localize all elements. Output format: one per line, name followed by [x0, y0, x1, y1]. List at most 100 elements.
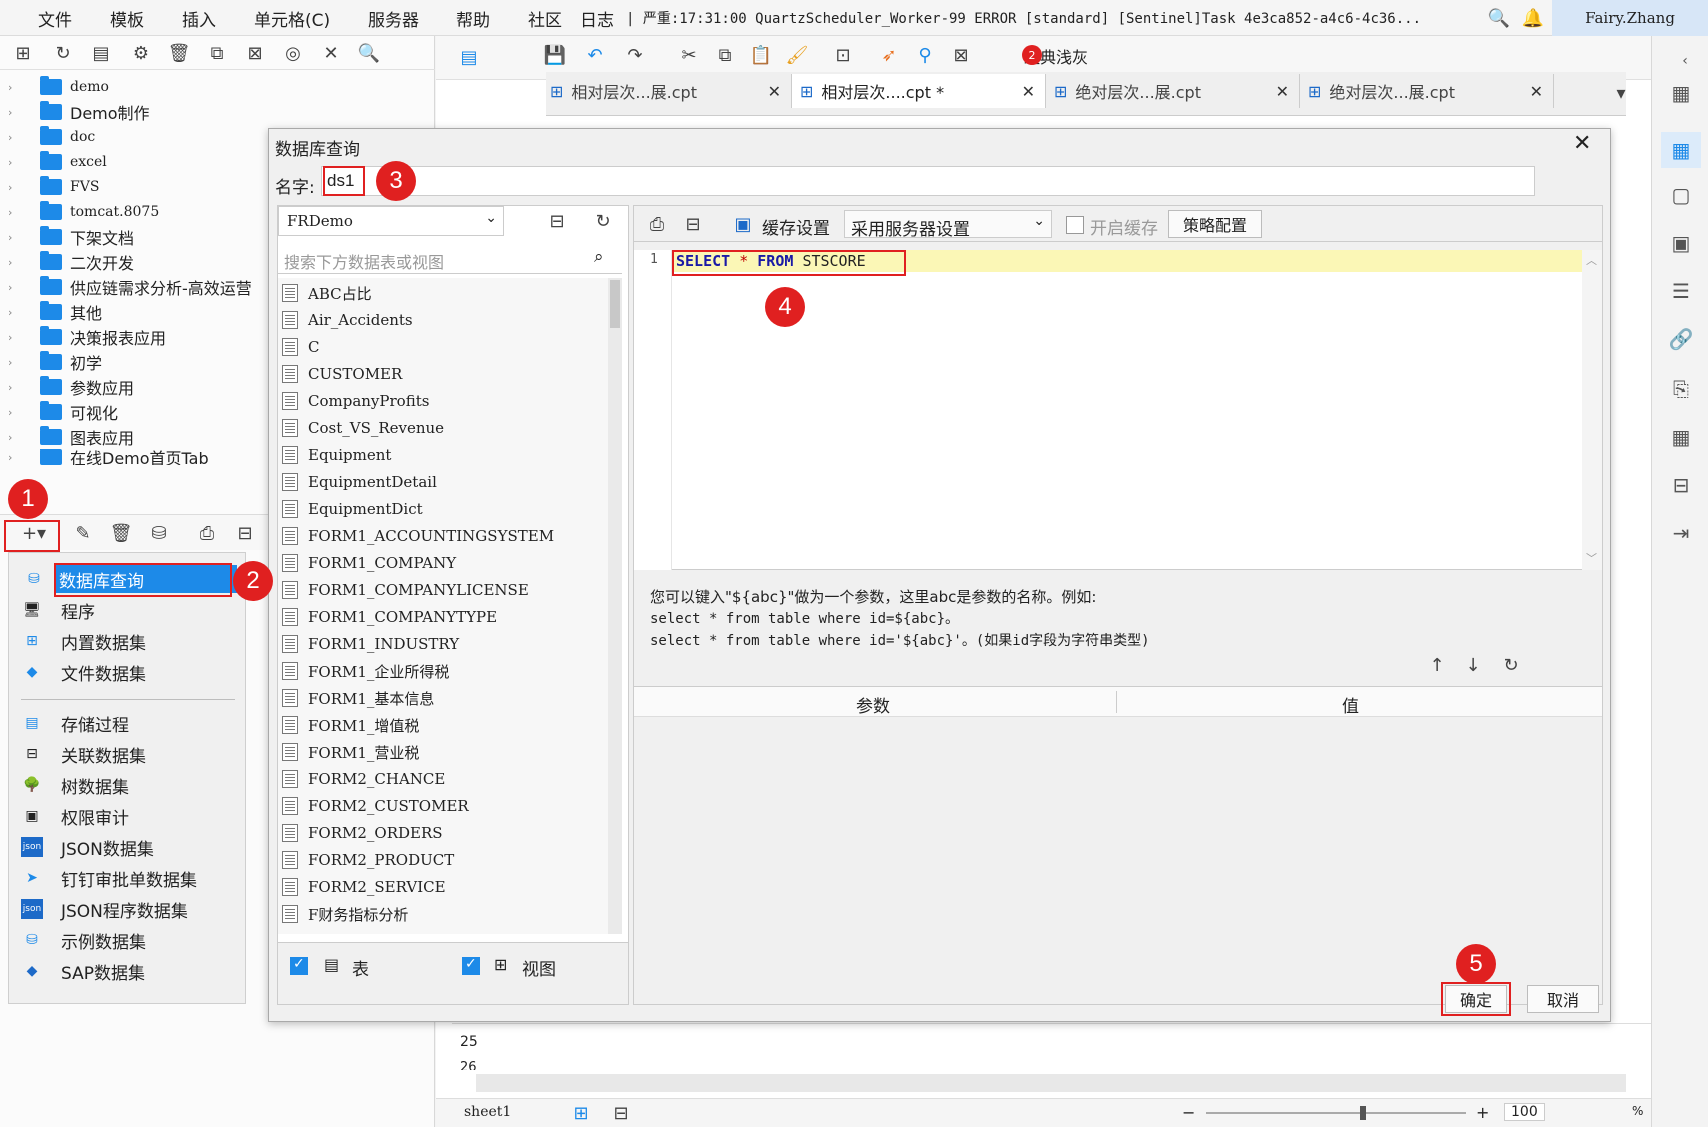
table-list-scrollbar[interactable] [608, 278, 622, 934]
collapse-left-icon[interactable]: ‹ [1672, 48, 1698, 74]
search-files-icon[interactable]: 🔍 [356, 40, 382, 66]
menu-file[interactable]: 文件 [38, 6, 72, 31]
notification-badge[interactable]: 2 [1022, 45, 1042, 65]
menu-item-audit[interactable]: ▣ 权限审计 [21, 802, 129, 830]
user-name[interactable]: Fairy.Zhang [1552, 0, 1708, 36]
dataset-panel-icon[interactable]: ▤ [456, 44, 482, 70]
menu-item-file-dataset[interactable]: ◆ 文件数据集 [21, 658, 146, 686]
table-row[interactable]: FORM1_ACCOUNTINGSYSTEM [282, 523, 554, 549]
tree-item[interactable]: › doc [8, 124, 95, 150]
stack-icon[interactable]: ☰ [1668, 278, 1694, 304]
tree-item[interactable]: › 供应链需求分析-高效运营 [8, 274, 252, 300]
search-icon[interactable]: 🔍 [1486, 5, 1512, 31]
move-up-icon[interactable]: ↑ [1424, 652, 1450, 678]
save-icon[interactable]: 💾 [542, 42, 568, 68]
cancel-button[interactable]: 取消 [1527, 985, 1599, 1013]
table-row[interactable]: F财务指标分析 [282, 901, 408, 927]
tab-file-2[interactable]: ⊞ 相对层次....cpt * ✕ [792, 74, 1046, 108]
hierarchy-icon[interactable]: ⊟ [1668, 472, 1694, 498]
menu-item-dingtalk[interactable]: ➤ 钉钉审批单数据集 [21, 864, 197, 892]
tab-menu-icon[interactable]: ▾ [1608, 80, 1634, 106]
new-folder-icon[interactable]: ⊞ [10, 40, 36, 66]
table-row[interactable]: FORM1_企业所得税 [282, 658, 449, 684]
horizontal-scrollbar[interactable] [476, 1074, 1626, 1092]
menu-item-sample[interactable]: ⛁ 示例数据集 [21, 926, 146, 954]
tree-item[interactable]: › demo [8, 74, 109, 100]
table-row[interactable]: FORM1_INDUSTRY [282, 631, 459, 657]
menu-server[interactable]: 服务器 [368, 6, 419, 31]
table-row[interactable]: FORM2_SERVICE [282, 874, 446, 900]
tree-item[interactable]: › 在线Demo首页Tab [8, 449, 209, 465]
expand-icon[interactable]: › [8, 381, 24, 394]
collapse-icon[interactable]: ✕ [318, 40, 344, 66]
tree-item[interactable]: › 二次开发 [8, 249, 134, 275]
edit-sql-icon[interactable]: ⊟ [232, 520, 258, 546]
settings-icon[interactable]: ⚙ [128, 40, 154, 66]
edit-connection-icon[interactable]: ⊟ [544, 208, 570, 234]
close-icon[interactable]: ✕ [1530, 82, 1543, 101]
table-checkbox[interactable] [290, 956, 308, 975]
paste-icon[interactable]: 📋 [748, 42, 774, 68]
menu-log[interactable]: 日志 [580, 6, 614, 31]
name-field[interactable] [321, 166, 1535, 196]
expand-icon[interactable]: › [8, 406, 24, 419]
zoom-slider-thumb[interactable] [1360, 1106, 1366, 1120]
table-row[interactable]: FORM1_COMPANYTYPE [282, 604, 497, 630]
log-message[interactable]: | 严重:17:31:00 QuartzScheduler_Worker-99 … [626, 8, 1506, 28]
menu-item-procedure[interactable]: ▤ 存储过程 [21, 709, 129, 737]
zoom-out-icon[interactable]: − [1182, 1103, 1195, 1122]
tab-file-1[interactable]: ⊞ 相对层次...展.cpt ✕ [542, 74, 792, 108]
lock-icon[interactable]: ⊠ [242, 40, 268, 66]
scroll-up-icon[interactable]: ︿ [1586, 252, 1597, 268]
strategy-button[interactable]: 策略配置 [1168, 210, 1262, 238]
tree-item[interactable]: › 决策报表应用 [8, 324, 166, 350]
expand-icon[interactable]: › [8, 281, 24, 294]
close-icon[interactable]: ✕ [768, 82, 781, 101]
format-painter-icon[interactable]: 🖌 [784, 42, 810, 68]
sql-scrollbar[interactable]: ︿ ﹀ [1582, 250, 1602, 570]
plugin-icon[interactable]: ➶ [876, 42, 902, 68]
scrollbar-thumb[interactable] [610, 280, 620, 328]
menu-item-builtin[interactable]: ⊞ 内置数据集 [21, 627, 146, 655]
cut-icon[interactable]: ✂ [676, 42, 702, 68]
menu-item-json[interactable]: json JSON数据集 [21, 833, 154, 861]
menu-item-sap[interactable]: ◆ SAP数据集 [21, 957, 145, 985]
table-row[interactable]: Cost_VS_Revenue [282, 415, 444, 441]
tree-item[interactable]: › 下架文档 [8, 224, 134, 250]
menu-community[interactable]: 社区 [528, 6, 562, 31]
connection-select[interactable]: FRDemo ⌄ [278, 206, 504, 236]
tree-item[interactable]: › 其他 [8, 299, 102, 325]
database-icon[interactable]: ⛁ [146, 520, 172, 546]
move-down-icon[interactable]: ↓ [1460, 652, 1486, 678]
expand-icon[interactable]: › [8, 131, 24, 144]
tree-item[interactable]: › 参数应用 [8, 374, 134, 400]
tab-file-4[interactable]: ⊞ 绝对层次...展.cpt ✕ [1300, 74, 1554, 108]
tree-item[interactable]: › Demo制作 [8, 99, 150, 125]
expand-icon[interactable]: › [8, 331, 24, 344]
condition-icon[interactable]: ▣ [1668, 230, 1694, 256]
tab-file-3[interactable]: ⊞ 绝对层次...展.cpt ✕ [1046, 74, 1300, 108]
expand-icon[interactable]: › [8, 156, 24, 169]
widget-icon[interactable]: ▦ [1661, 132, 1701, 168]
edit-icon[interactable]: ✎ [70, 520, 96, 546]
tree-item[interactable]: › tomcat.8075 [8, 199, 159, 225]
redo-icon[interactable]: ↷ [622, 42, 648, 68]
cache-icon[interactable]: ▣ [730, 211, 756, 237]
menu-cell[interactable]: 单元格(C) [254, 6, 330, 31]
cell-attr-icon[interactable]: ▦ [1668, 80, 1694, 106]
zoom-in-icon[interactable]: + [1476, 1103, 1489, 1122]
table-row[interactable]: FORM2_CHANCE [282, 766, 445, 792]
table-row[interactable]: CompanyProfits [282, 388, 429, 414]
table-row[interactable]: FORM1_COMPANYLICENSE [282, 577, 529, 603]
tree-item[interactable]: › FVS [8, 174, 99, 200]
tree-item[interactable]: › 可视化 [8, 399, 118, 425]
menu-item-program[interactable]: 🖥 程序 [21, 596, 95, 624]
cache-select[interactable]: 采用服务器设置 ⌄ [844, 210, 1052, 240]
sql-icon[interactable]: ⊟ [680, 211, 706, 237]
menu-item-join[interactable]: ⊟ 关联数据集 [21, 740, 146, 768]
expand-icon[interactable]: › [8, 451, 24, 464]
table-row[interactable]: FORM1_营业税 [282, 739, 419, 765]
properties-icon[interactable]: ▤ [88, 40, 114, 66]
table-row[interactable]: FORM2_CUSTOMER [282, 793, 469, 819]
sheet-tab[interactable]: sheet1 [464, 1104, 511, 1120]
